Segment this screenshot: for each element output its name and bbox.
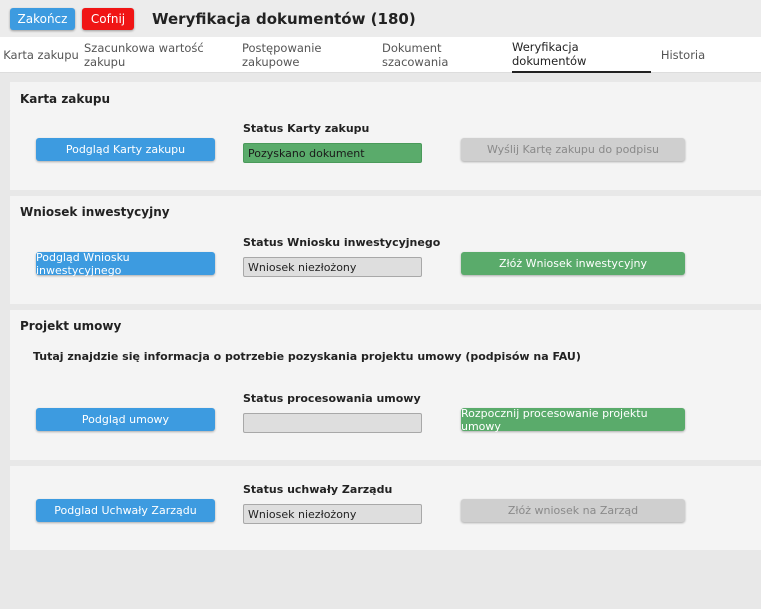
section-projekt-umowy: Projekt umowy Tutaj znajdzie się informa…: [10, 310, 761, 460]
back-button[interactable]: Cofnij: [82, 8, 134, 30]
status-label: Status procesowania umowy: [243, 392, 421, 405]
status-wniosek-field: Wniosek niezłożony: [243, 257, 422, 277]
info-text: Tutaj znajdzie się informacja o potrzebi…: [33, 350, 581, 363]
top-bar: Zakończ Cofnij Weryfikacja dokumentów (1…: [0, 0, 761, 37]
status-label: Status uchwały Zarządu: [243, 483, 393, 496]
status-karta-field: Pozyskano dokument: [243, 143, 422, 163]
submit-wniosek-button[interactable]: Złóż Wniosek inwestycyjny: [461, 252, 685, 275]
tab-weryfikacja-dokumentow[interactable]: Weryfikacja dokumentów: [512, 37, 651, 73]
section-title: Projekt umowy: [20, 319, 122, 333]
send-karta-button[interactable]: Wyślij Kartę zakupu do podpisu: [461, 138, 685, 161]
preview-karta-button[interactable]: Podgląd Karty zakupu: [36, 138, 215, 161]
start-umowa-button[interactable]: Rozpocznij procesowanie projektu umowy: [461, 407, 685, 433]
status-label: Status Wniosku inwestycyjnego: [243, 236, 441, 249]
finish-button[interactable]: Zakończ: [10, 8, 75, 30]
tab-szacunkowa-wartosc[interactable]: Szacunkowa wartość zakupu: [84, 37, 240, 73]
status-umowa-field: [243, 413, 422, 433]
preview-uchwala-button[interactable]: Podglad Uchwały Zarządu: [36, 499, 215, 522]
page-title: Weryfikacja dokumentów (180): [152, 10, 416, 28]
tab-karta-zakupu[interactable]: Karta zakupu: [0, 37, 82, 73]
status-label: Status Karty zakupu: [243, 122, 370, 135]
section-karta-zakupu: Karta zakupu Podgląd Karty zakupu Status…: [10, 82, 761, 190]
tab-bar: Karta zakupu Szacunkowa wartość zakupu P…: [0, 37, 761, 73]
section-wniosek-inwestycyjny: Wniosek inwestycyjny Podgląd Wniosku inw…: [10, 196, 761, 304]
submit-zarzad-button[interactable]: Złóż wniosek na Zarząd: [461, 499, 685, 522]
preview-umowa-button[interactable]: Podgląd umowy: [36, 408, 215, 431]
tab-postepowanie-zakupowe[interactable]: Postępowanie zakupowe: [242, 37, 380, 73]
tab-historia[interactable]: Historia: [656, 37, 710, 73]
section-title: Karta zakupu: [20, 92, 111, 106]
preview-wniosek-button[interactable]: Podgląd Wniosku inwestycyjnego: [36, 251, 215, 277]
section-title: Wniosek inwestycyjny: [20, 205, 170, 219]
tab-dokument-szacowania[interactable]: Dokument szacowania: [382, 37, 508, 73]
status-uchwala-field: Wniosek niezłożony: [243, 504, 422, 524]
section-uchwala-zarzadu: Podglad Uchwały Zarządu Status uchwały Z…: [10, 466, 761, 550]
